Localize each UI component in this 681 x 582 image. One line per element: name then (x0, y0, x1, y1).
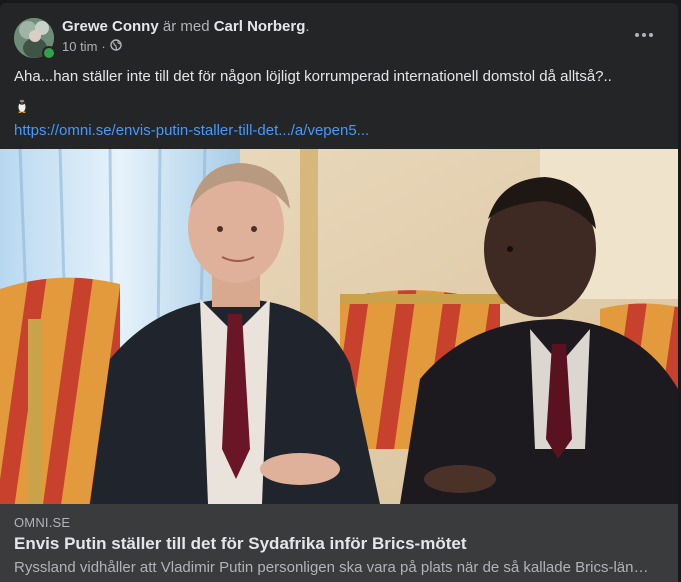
post-meta: 10 tim · (62, 39, 122, 54)
online-status-dot (42, 46, 56, 60)
link-preview-image[interactable] (0, 149, 678, 504)
link-title[interactable]: Envis Putin ställer till det för Sydafri… (14, 534, 466, 554)
more-dots-icon (635, 33, 653, 37)
link-description: Ryssland vidhåller att Vladimir Putin pe… (14, 559, 654, 576)
author-name[interactable]: Grewe Conny (62, 18, 159, 35)
post-link[interactable]: https://omni.se/envis-putin-staller-till… (14, 121, 369, 141)
globe-icon (110, 39, 122, 54)
post-header: Grewe Conny är med Carl Norberg. (62, 17, 310, 37)
tagged-person[interactable]: Carl Norberg (214, 18, 306, 35)
header-period: . (305, 18, 310, 35)
link-domain: OMNI.SE (14, 515, 71, 530)
meta-separator: · (101, 39, 106, 54)
penguin-emoji-icon (14, 97, 30, 113)
more-options-button[interactable] (628, 21, 660, 49)
post-time[interactable]: 10 tim (62, 39, 97, 54)
feed-post: Grewe Conny är med Carl Norberg. 10 tim … (0, 3, 678, 582)
with-text: är med (162, 18, 210, 35)
link-preview-card[interactable]: OMNI.SE Envis Putin ställer till det för… (0, 504, 678, 582)
post-text: Aha...han ställer inte till det för någo… (14, 68, 612, 85)
